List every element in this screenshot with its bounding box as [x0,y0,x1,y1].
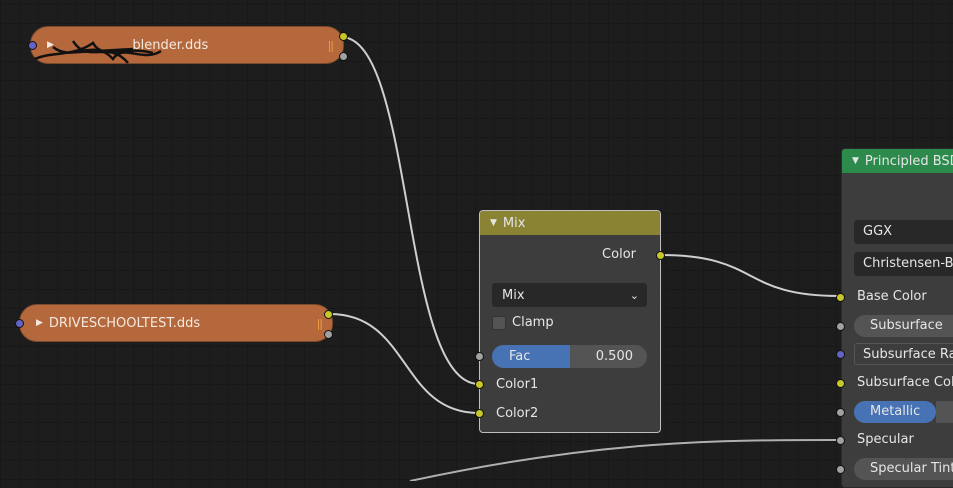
fac-slider[interactable]: Fac 0.500 [492,345,647,368]
metallic-socket[interactable] [836,408,845,417]
principled-node-title: Principled BSDF [864,153,953,169]
image-node-label: DRIVESCHOOLTEST.dds [48,315,201,331]
subsurface-color-label: Subsurface Color [857,375,953,390]
principled-node-header[interactable]: ▼ Principled BSDF [842,149,953,173]
image-texture-node-1[interactable]: ▶ _blender.dds || [28,26,348,64]
subsurface-radius-field[interactable]: Subsurface Radius [854,343,953,365]
link-to-specular [409,439,840,481]
specular-label: Specular [857,432,914,447]
color1-label: Color1 [496,377,539,392]
link-image2-to-color2 [329,313,480,414]
redaction-scribble [34,40,162,64]
vector-input-socket[interactable] [15,319,24,328]
color2-input-socket[interactable] [475,409,484,418]
distribution-select[interactable]: GGX [854,220,953,244]
color-output-socket[interactable] [656,251,665,260]
color1-input-socket[interactable] [475,380,484,389]
node-grip-icon[interactable]: || [317,317,324,330]
principled-bsdf-node[interactable]: ▼ Principled BSDF GGX Christensen-Burley… [836,148,953,488]
specular-socket[interactable] [836,436,845,445]
collapse-arrow-icon[interactable]: ▼ [490,218,497,228]
node-grip-icon[interactable]: || [328,39,335,52]
clamp-checkbox[interactable] [492,315,506,330]
fac-input-socket[interactable] [475,352,484,361]
alpha-output-socket[interactable] [339,52,348,61]
expand-arrow-icon[interactable]: ▶ [36,318,43,328]
subsurface-field[interactable]: Subsurface [854,315,953,337]
metallic-field-track[interactable] [936,401,953,423]
blend-type-select[interactable]: Mix ⌄ [492,283,647,307]
base-color-label: Base Color [857,289,927,304]
link-mix-to-basecolor [660,254,840,297]
subsurface-socket[interactable] [836,322,845,331]
blend-type-value: Mix [502,287,525,303]
clamp-label: Clamp [512,315,554,330]
link-image1-to-color1 [340,36,480,385]
base-color-socket[interactable] [836,293,845,302]
alpha-output-socket[interactable] [324,330,333,339]
image-texture-node-2[interactable]: ▶ DRIVESCHOOLTEST.dds || [15,304,333,342]
vector-input-socket[interactable] [28,41,37,50]
fac-slider-fill [492,345,570,368]
specular-tint-socket[interactable] [836,465,845,474]
collapse-arrow-icon[interactable]: ▼ [852,156,859,166]
color2-label: Color2 [496,406,539,421]
clamp-toggle[interactable]: Clamp [492,315,554,330]
fac-label: Fac [509,349,531,364]
color-output-label: Color [602,247,636,262]
subsurface-color-socket[interactable] [836,379,845,388]
metallic-field[interactable]: Metallic [854,401,936,423]
mix-node-title: Mix [502,215,526,231]
color-output-socket[interactable] [339,32,348,41]
mix-node[interactable]: ▼ Mix Color Mix ⌄ Clamp Fac 0.500 Color1… [475,210,665,433]
specular-tint-field[interactable]: Specular Tint [854,458,953,480]
color-output-socket[interactable] [324,310,333,319]
subsurface-radius-socket[interactable] [836,350,845,359]
mix-node-header[interactable]: ▼ Mix [480,211,660,235]
chevron-down-icon: ⌄ [629,288,639,302]
fac-value: 0.500 [595,349,633,364]
subsurface-method-select[interactable]: Christensen-Burley [854,252,953,276]
